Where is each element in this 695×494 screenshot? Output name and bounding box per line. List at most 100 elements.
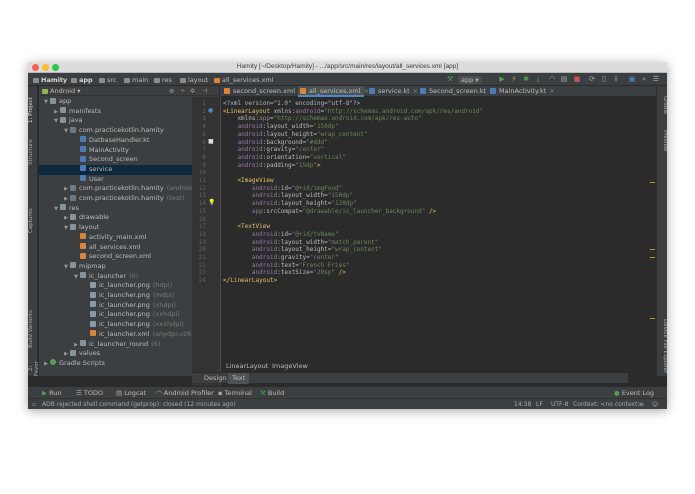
inspector-icon[interactable]: ☺ [652, 401, 658, 408]
warning-marker[interactable] [650, 182, 655, 183]
code-token: app [251, 207, 263, 215]
tree-item-label: Gradle Scripts [59, 358, 105, 367]
project-view-select[interactable]: Android ▾ [42, 87, 80, 95]
tab-design[interactable]: Design [200, 373, 230, 384]
tool-tab-project[interactable]: 1: Project [28, 90, 38, 130]
tool-tab-favorites[interactable]: 2: Favorites [28, 361, 38, 376]
tab-all-services-xml[interactable]: all_services.xml × [298, 86, 369, 97]
code-token: "http://schemas.android.com/apk/res/andr… [324, 107, 484, 115]
tab-second-screen-xml[interactable]: second_screen.xml× [222, 86, 304, 97]
breadcrumb-imageview[interactable]: ImageView [272, 362, 308, 370]
tab-text[interactable]: Text [228, 373, 250, 384]
line-number: 1 [202, 100, 206, 107]
close-tab-icon[interactable]: × [549, 87, 554, 95]
status-toggle-icon[interactable]: ▫ [32, 401, 36, 408]
tool-tab-structure[interactable]: Structure [28, 134, 38, 170]
breadcrumb-linearlayout[interactable]: LinearLayout [226, 362, 268, 370]
line-number: 20 [198, 246, 206, 254]
tool-tab-captures[interactable]: Captures [28, 204, 38, 238]
code-line: android:padding="15dp"> [223, 162, 320, 170]
tab-second-screen-kt[interactable]: Second_screen.kt× [418, 86, 495, 97]
gear-icon[interactable]: ✲ [190, 87, 195, 95]
code-token: "#ddd" [306, 138, 328, 146]
debug-icon[interactable]: ✱ [522, 75, 530, 83]
tree-item-label: ic_launcher.png [99, 291, 150, 299]
locate-file-icon[interactable]: ⊕ [169, 87, 174, 95]
breadcrumb-separator: › [264, 362, 267, 370]
sdk-manager-icon[interactable]: ⇩ [612, 75, 620, 83]
status-message[interactable]: ADB rejected shell command (getprop): cl… [42, 401, 236, 408]
tool-tab-device-file-explorer[interactable]: Device File Explorer [658, 316, 667, 376]
tree-item-qualifier: (6) [129, 271, 139, 280]
run-config-select[interactable]: app ▾ [458, 76, 482, 84]
file-encoding[interactable]: UTF-8 [551, 401, 569, 408]
context-indicator[interactable]: Context: <no context> [573, 401, 642, 408]
tree-item-label: mipmap [79, 261, 106, 270]
crumb-file[interactable]: all_services.xml [214, 76, 274, 84]
make-project-icon[interactable]: ⚒ [446, 75, 454, 83]
coverage-icon[interactable]: ▤ [560, 75, 568, 83]
res-icon [90, 320, 96, 327]
code-token: "@+id/tvName" [291, 230, 339, 238]
folder-icon [60, 107, 66, 114]
crumb-project[interactable]: Hamity [33, 76, 67, 84]
code-line: android:layout_width="150dp" [223, 123, 338, 131]
tool-tab-preview[interactable]: Preview [658, 126, 667, 156]
crumb-layout[interactable]: layout [180, 76, 208, 84]
stop-icon[interactable]: ■ [573, 75, 581, 83]
line-separator[interactable]: LF [536, 401, 543, 408]
color-swatch-icon[interactable]: ■ [208, 138, 214, 145]
tool-window-todo[interactable]: ☰ TODO [76, 389, 103, 397]
settings-icon[interactable]: ☰ [652, 75, 660, 83]
code-token: <LinearLayout [223, 107, 274, 115]
apply-changes-icon[interactable]: ⚡ [510, 75, 518, 83]
code-line: android:background="#ddd" [223, 138, 328, 147]
code-token: android [251, 269, 278, 277]
code-token: :gravity= [262, 146, 296, 154]
code-token: :layout_width= [262, 123, 314, 131]
chevron-right-icon[interactable]: ▶ [42, 360, 50, 370]
code-token: :layout_width= [277, 192, 328, 200]
layout-inspector-icon[interactable]: ▣ [628, 75, 636, 83]
attach-debugger-icon[interactable]: ⤓ [534, 75, 542, 83]
hide-panel-icon[interactable]: ⊣ [202, 87, 208, 95]
code-token: :background= [262, 138, 307, 146]
profile-icon[interactable]: ◠ [548, 75, 556, 83]
tool-window-logcat[interactable]: ▤ Logcat [116, 389, 146, 397]
line-number: 16 [198, 215, 206, 223]
code-token: "French Fries" [298, 261, 350, 269]
code-token: android [251, 230, 278, 238]
tool-window-profiler[interactable]: ◠ Android Profiler [156, 389, 214, 397]
xml-icon [80, 252, 86, 259]
tool-window-terminal[interactable]: ▪ Terminal [218, 389, 252, 397]
run-icon[interactable]: ▶ [498, 75, 506, 83]
search-icon[interactable]: ⌕ [640, 75, 648, 83]
lock-icon[interactable]: ⌂ [640, 401, 644, 408]
code-line: android:textSize="20sp" /> [223, 269, 346, 277]
tool-tab-gradle[interactable]: Gradle [658, 92, 667, 118]
tool-window-event-log[interactable]: ● Event Log [614, 389, 654, 397]
warning-marker[interactable] [650, 249, 655, 250]
tab-service-kt[interactable]: service.kt × [367, 86, 418, 97]
avd-manager-icon[interactable]: ▯ [600, 75, 608, 83]
warning-marker[interactable] [650, 318, 655, 319]
lightbulb-icon[interactable]: 💡 [208, 199, 215, 206]
linearlayout-preview-icon[interactable]: ● [208, 107, 213, 114]
caret-position[interactable]: 14:38 [514, 401, 531, 408]
sync-gradle-icon[interactable]: ⟳ [588, 75, 596, 83]
folder-icon [180, 77, 186, 83]
crumb-res[interactable]: res [154, 76, 172, 84]
crumb-main[interactable]: main [124, 76, 148, 84]
crumb-app[interactable]: app [71, 76, 93, 84]
collapse-all-icon[interactable]: ÷ [180, 87, 185, 95]
tool-tab-build-variants[interactable]: Build Variants [28, 304, 38, 354]
tab-mainactivity-kt[interactable]: MainActivity.kt × [488, 86, 556, 97]
tool-window-build[interactable]: ⚒ Build [260, 389, 284, 397]
tool-window-run[interactable]: ▶ Run [42, 389, 62, 397]
line-number: 22 [198, 261, 206, 269]
crumb-src[interactable]: src [99, 76, 117, 84]
folder-icon [99, 77, 105, 83]
warning-marker[interactable] [650, 257, 655, 258]
